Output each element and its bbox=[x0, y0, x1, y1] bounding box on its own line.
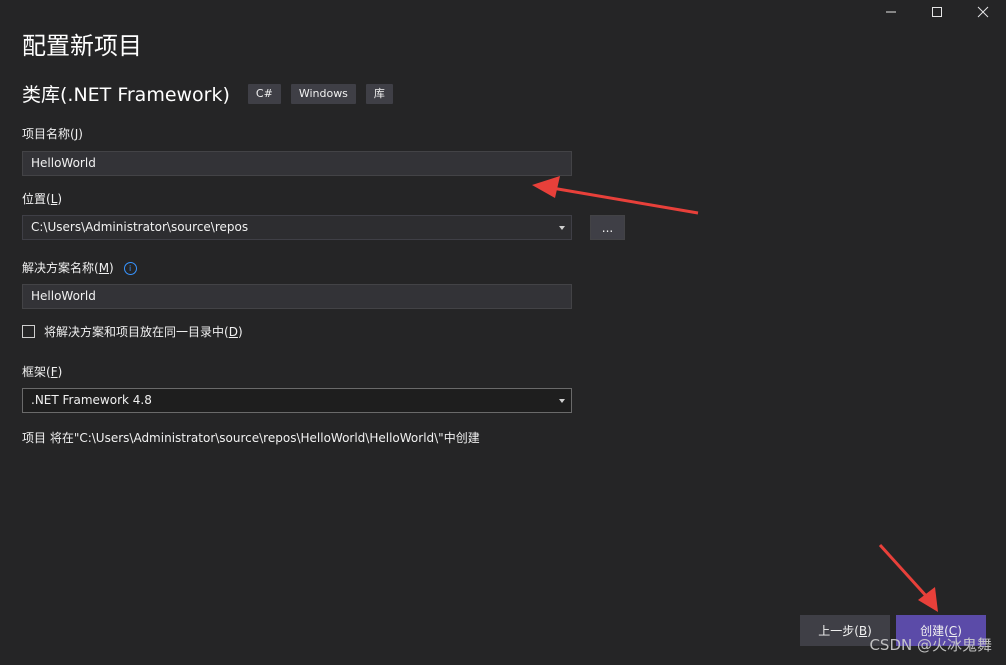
watermark: CSDN @火冰鬼舞 bbox=[869, 636, 992, 654]
annotation-arrow-project-name bbox=[532, 176, 699, 215]
annotation-arrows bbox=[532, 176, 938, 612]
annotation-arrow-create bbox=[878, 543, 938, 612]
